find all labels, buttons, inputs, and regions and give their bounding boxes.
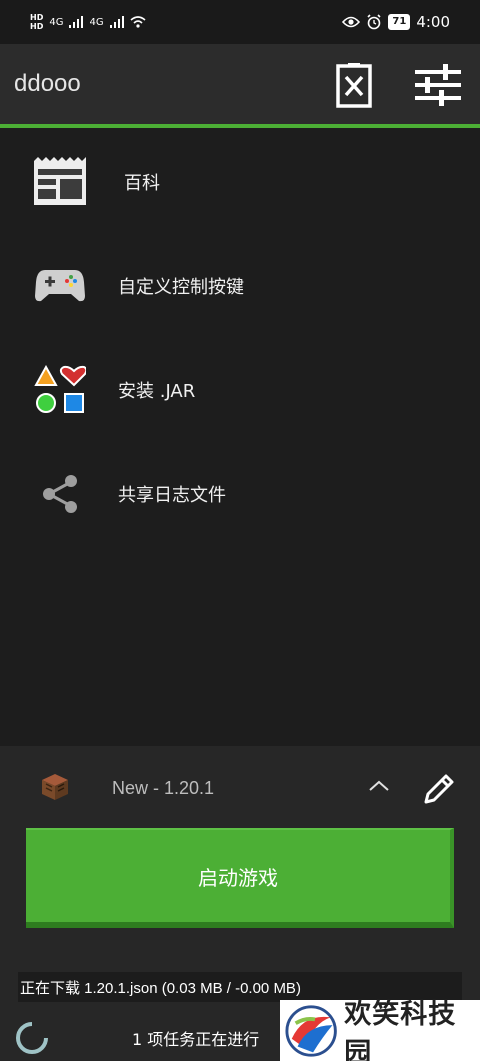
shapes-icon [34,365,86,413]
menu-label-share-logs: 共享日志文件 [118,485,226,506]
alarm-icon [367,14,381,30]
share-icon [43,475,77,513]
menu-icon-container [30,360,90,420]
version-selector[interactable]: New - 1.20.1 [0,746,480,830]
battery-indicator: 71 [388,14,411,30]
clock: 4:00 [416,13,450,31]
app-title: ddooo [14,70,81,97]
newspaper-icon [34,157,86,205]
chevron-up-icon[interactable] [366,776,392,796]
watermark: 欢笑科技园 [280,999,480,1061]
eye-icon [342,16,361,28]
menu-item-wiki[interactable]: 百科 [0,132,480,232]
hd-label-2: HD [30,22,44,31]
hd-label-1: HD [30,13,44,22]
loading-spinner-icon [16,1022,48,1054]
menu-icon-container [30,464,90,524]
menu-label-wiki: 百科 [124,173,160,194]
version-label: New - 1.20.1 [112,778,215,798]
status-right: 71 4:00 [342,13,450,31]
status-left: HD HD 4G 4G [30,13,146,31]
wifi-icon [130,16,146,28]
edit-pencil-icon[interactable] [418,768,460,810]
signal-icon [109,16,124,28]
settings-button[interactable] [414,60,462,110]
network-1-label: 4G [49,16,64,28]
menu-list: 百科 自定义控制按键 安装 .JAR 共享日志文件 [0,128,480,748]
launch-game-button[interactable]: 启动游戏 [26,828,454,928]
menu-icon-container [30,152,90,212]
clear-button[interactable] [330,60,378,110]
menu-item-custom-controls[interactable]: 自定义控制按键 [0,236,480,336]
network-2-label: 4G [89,16,104,28]
hd-indicator: HD HD [30,13,43,31]
task-count-label: 1 项任务正在进行 [132,1030,260,1049]
watermark-logo-icon [285,1004,337,1057]
menu-label-custom-controls: 自定义控制按键 [118,277,244,298]
menu-label-install-jar: 安装 .JAR [118,381,196,402]
menu-item-install-jar[interactable]: 安装 .JAR [0,340,480,440]
gamepad-icon [35,270,85,302]
app-bar: ddooo [0,44,480,124]
menu-item-share-logs[interactable]: 共享日志文件 [0,444,480,544]
signal-icon [69,16,84,28]
watermark-text: 欢笑科技园 [344,998,457,1061]
crafting-table-icon [42,774,68,800]
menu-icon-container [30,256,90,316]
sliders-icon [415,64,461,106]
clear-file-icon [336,63,372,108]
status-bar: HD HD 4G 4G 71 4:00 [0,0,480,44]
